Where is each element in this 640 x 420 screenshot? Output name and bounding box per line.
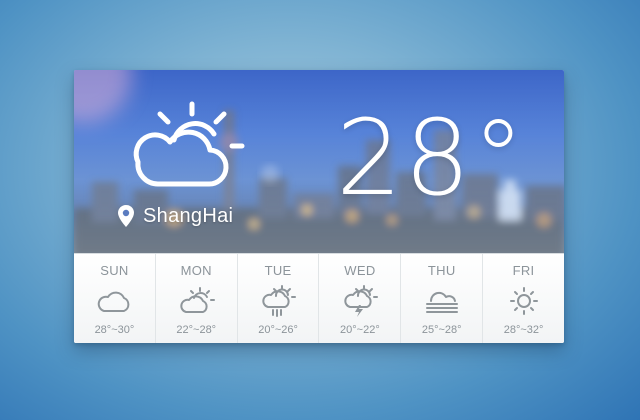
temperature-range: 20°~26° xyxy=(258,324,298,336)
current-temperature: 28° xyxy=(336,97,527,219)
day-name: WED xyxy=(344,263,376,278)
partly-cloudy-icon xyxy=(180,287,216,313)
day-name: FRI xyxy=(512,263,535,278)
city-name: ShangHai xyxy=(143,204,234,227)
day-name: MON xyxy=(180,263,212,278)
sun-rain-icon xyxy=(262,285,297,317)
partly-cloudy-icon xyxy=(133,101,245,187)
forecast-day[interactable]: SUN 28°~30° xyxy=(74,254,156,343)
forecast-day[interactable]: MON 22°~28° xyxy=(156,254,238,343)
temperature-range: 25°~28° xyxy=(421,324,462,336)
fog-icon xyxy=(425,291,458,313)
location-pin-icon xyxy=(118,205,134,227)
current-weather-panel: ShangHai 28° xyxy=(74,70,564,253)
day-name: TUE xyxy=(264,263,292,278)
thunderstorm-icon xyxy=(344,285,378,317)
day-name: SUN xyxy=(100,263,129,278)
forecast-day[interactable]: TUE 20°~26° xyxy=(238,254,320,343)
sun-icon xyxy=(509,287,538,315)
weather-widget: ShangHai 28° SUN 28°~30° MON 22°~28° TUE… xyxy=(74,70,564,343)
temperature-range: 22°~28° xyxy=(176,324,217,336)
cloud-icon xyxy=(98,291,130,312)
forecast-strip: SUN 28°~30° MON 22°~28° TUE 20°~26° WED … xyxy=(74,253,564,343)
forecast-day[interactable]: THU 25°~28° xyxy=(401,254,484,343)
day-name: THU xyxy=(427,263,456,278)
temperature-range: 28°~30° xyxy=(94,324,135,336)
forecast-day[interactable]: WED 20°~22° xyxy=(319,254,402,343)
temperature-range: 28°~32° xyxy=(503,324,544,336)
forecast-day[interactable]: FRI 28°~32° xyxy=(483,254,564,343)
temperature-range: 20°~22° xyxy=(340,324,380,336)
location: ShangHai xyxy=(118,203,233,229)
